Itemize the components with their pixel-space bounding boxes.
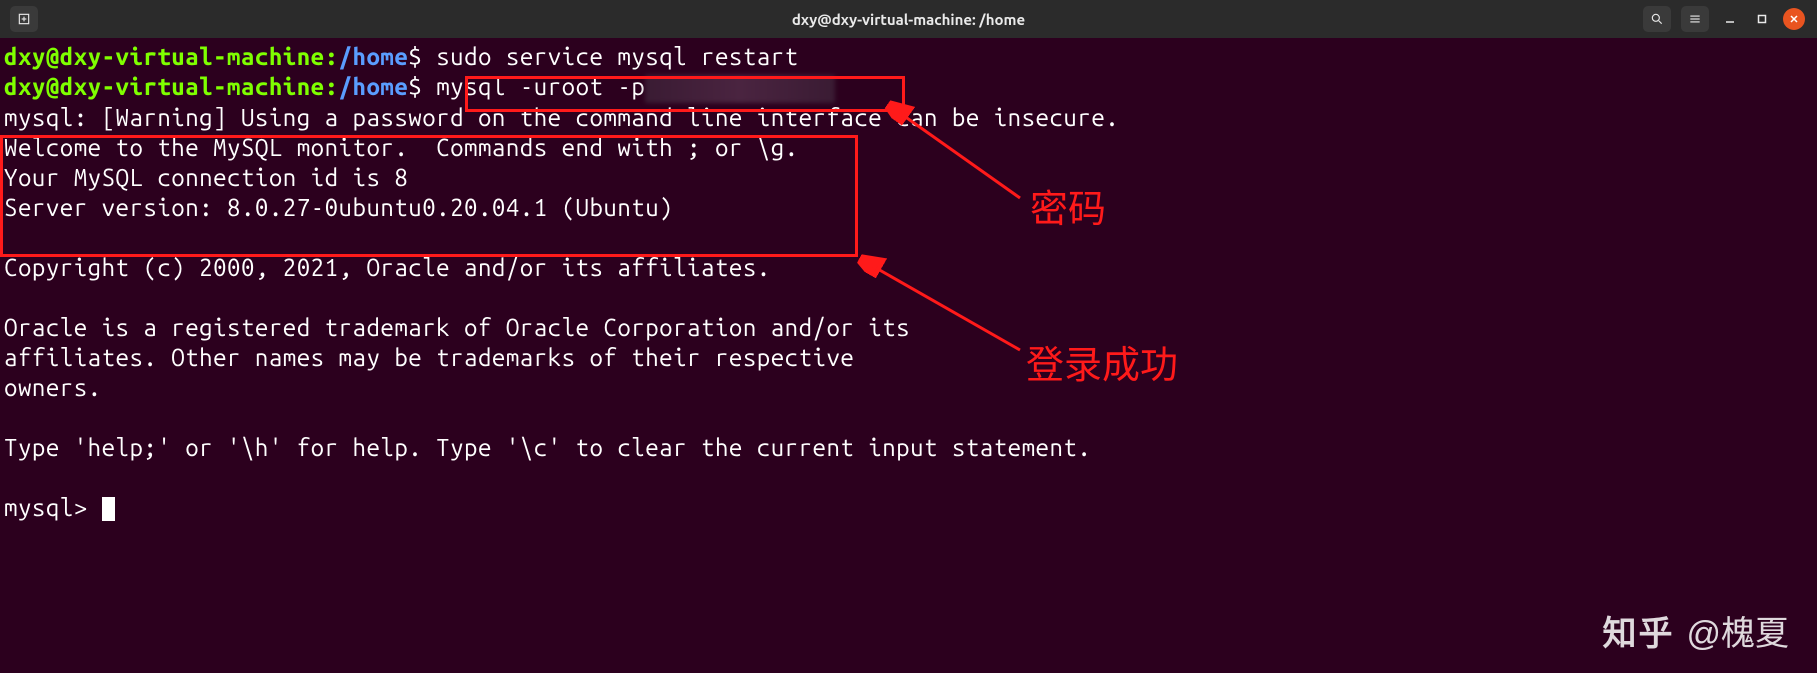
maximize-button[interactable]: [1751, 8, 1773, 30]
search-button[interactable]: [1643, 6, 1671, 32]
window-title: dxy@dxy-virtual-machine: /home: [792, 11, 1025, 28]
output-welcome: Welcome to the MySQL monitor. Commands e…: [4, 133, 1813, 163]
titlebar-left-controls: [0, 6, 38, 32]
output-warning: mysql: [Warning] Using a password on the…: [4, 103, 1813, 133]
output-trademark-1: Oracle is a registered trademark of Orac…: [4, 313, 1813, 343]
password-redacted: [645, 75, 835, 103]
prompt-sep: :: [325, 43, 339, 70]
output-trademark-3: owners.: [4, 373, 1813, 403]
prompt-sep: :: [325, 73, 339, 100]
prompt-symbol: $: [408, 43, 422, 70]
prompt-line-2: dxy@dxy-virtual-machine:/home$ mysql -ur…: [4, 72, 1813, 103]
menu-button[interactable]: [1681, 6, 1709, 32]
prompt-path: /home: [339, 43, 409, 70]
close-button[interactable]: [1783, 8, 1805, 30]
output-copyright: Copyright (c) 2000, 2021, Oracle and/or …: [4, 253, 1813, 283]
new-tab-button[interactable]: [10, 6, 38, 32]
prompt-user: dxy@dxy-virtual-machine: [4, 73, 325, 100]
minimize-button[interactable]: [1719, 8, 1741, 30]
mysql-prompt-line: mysql>: [4, 493, 1813, 523]
prompt-line-1: dxy@dxy-virtual-machine:/home$ sudo serv…: [4, 42, 1813, 72]
command-2: mysql -uroot -p: [436, 73, 645, 100]
output-help: Type 'help;' or '\h' for help. Type '\c'…: [4, 433, 1813, 463]
window-titlebar: dxy@dxy-virtual-machine: /home: [0, 0, 1817, 38]
blank-line: [4, 403, 1813, 433]
blank-line: [4, 283, 1813, 313]
prompt-symbol: $: [408, 73, 422, 100]
prompt-user: dxy@dxy-virtual-machine: [4, 43, 325, 70]
command-1: sudo service mysql restart: [436, 43, 798, 70]
watermark-author: @槐夏: [1686, 606, 1789, 655]
watermark: 知乎 @槐夏: [1602, 606, 1789, 655]
output-trademark-2: affiliates. Other names may be trademark…: [4, 343, 1813, 373]
watermark-logo: 知乎: [1602, 606, 1674, 655]
prompt-path: /home: [339, 73, 409, 100]
blank-line: [4, 463, 1813, 493]
mysql-prompt: mysql>: [4, 494, 102, 521]
output-connection-id: Your MySQL connection id is 8: [4, 163, 1813, 193]
titlebar-right-controls: [1643, 6, 1817, 32]
cursor: [102, 497, 115, 521]
output-server-version: Server version: 8.0.27-0ubuntu0.20.04.1 …: [4, 193, 1813, 223]
terminal-body[interactable]: dxy@dxy-virtual-machine:/home$ sudo serv…: [0, 38, 1817, 523]
annotation-login-success: 登录成功: [1026, 334, 1178, 389]
blank-line: [4, 223, 1813, 253]
annotation-password: 密码: [1030, 178, 1106, 233]
